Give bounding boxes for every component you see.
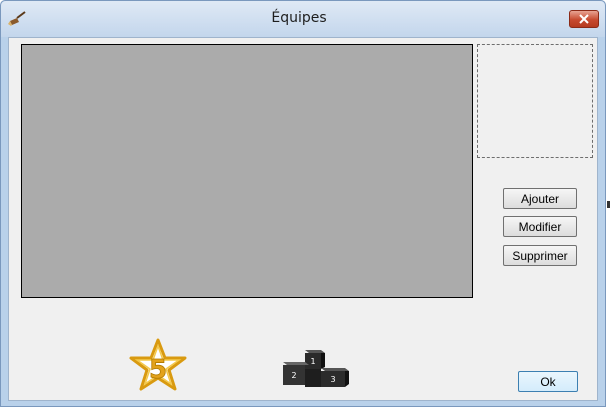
window-title: Équipes <box>271 10 327 26</box>
title-bar[interactable]: Équipes <box>1 1 605 37</box>
close-icon <box>579 14 589 24</box>
star-five-icon[interactable]: 5 <box>129 338 187 392</box>
client-area: Ajouter Modifier Supprimer 5 1 2 3 Ok <box>8 37 598 401</box>
star-number: 5 <box>149 355 167 385</box>
teams-window: Équipes Ajouter Modifier Supprimer 5 1 2… <box>0 0 606 407</box>
image-preview-box <box>477 44 593 158</box>
ok-button[interactable]: Ok <box>518 371 578 392</box>
add-button[interactable]: Ajouter <box>503 188 577 209</box>
podium-place-3: 3 <box>330 375 335 384</box>
podium-icon[interactable]: 1 2 3 <box>279 346 355 392</box>
delete-button[interactable]: Supprimer <box>503 245 577 266</box>
close-button[interactable] <box>569 10 599 28</box>
teams-grid[interactable] <box>21 44 473 298</box>
podium-place-2: 2 <box>291 371 296 380</box>
edit-button[interactable]: Modifier <box>503 216 577 237</box>
podium-place-1: 1 <box>310 357 315 366</box>
